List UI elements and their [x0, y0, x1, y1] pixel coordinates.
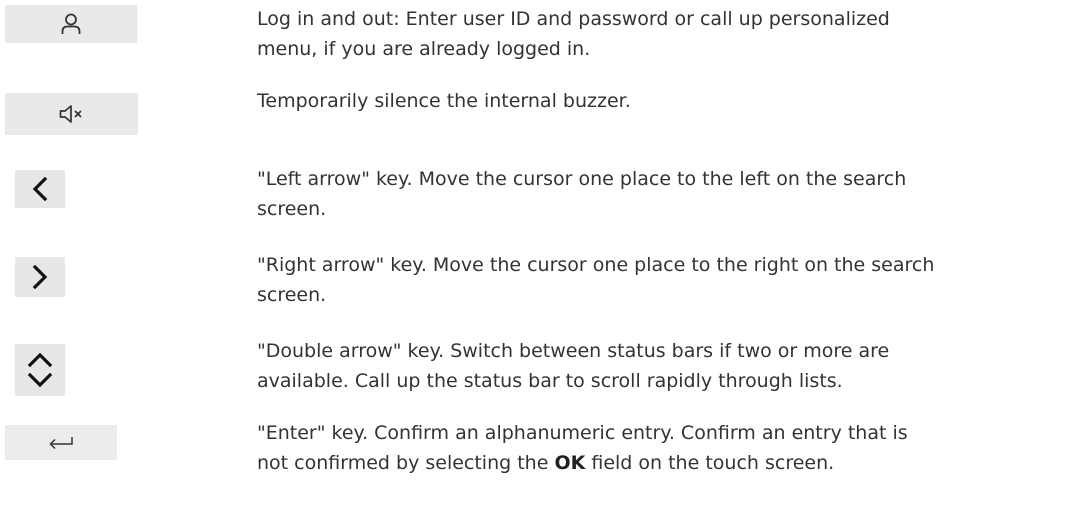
description-line: screen. — [257, 198, 327, 220]
user-icon — [61, 13, 81, 34]
description-line: "Double arrow" key. Switch between statu… — [257, 340, 890, 362]
login-key-description: Log in and out: Enter user ID and passwo… — [257, 4, 1085, 64]
description-line: Temporarily silence the internal buzzer. — [257, 90, 631, 112]
description-text: not confirmed by selecting the — [257, 452, 555, 474]
double-arrow-icon — [27, 352, 53, 388]
silence-buzzer-key-description: Temporarily silence the internal buzzer. — [257, 86, 1085, 116]
right-arrow-icon — [32, 265, 48, 289]
description-line: available. Call up the status bar to scr… — [257, 370, 843, 392]
enter-key-description: "Enter" key. Confirm an alphanumeric ent… — [257, 418, 1085, 478]
description-line: not confirmed by selecting the OK field … — [257, 448, 1085, 478]
right-arrow-key-description: "Right arrow" key. Move the cursor one p… — [257, 250, 1085, 310]
right-arrow-key-button — [15, 257, 65, 297]
silence-buzzer-key-button — [5, 93, 138, 135]
description-line: "Enter" key. Confirm an alphanumeric ent… — [257, 422, 908, 444]
double-arrow-key-description: "Double arrow" key. Switch between statu… — [257, 336, 1085, 396]
enter-icon — [49, 436, 73, 449]
left-arrow-icon — [32, 177, 48, 201]
enter-key-button — [5, 425, 117, 460]
description-text: field on the touch screen. — [585, 452, 835, 474]
description-line: "Right arrow" key. Move the cursor one p… — [257, 254, 935, 276]
description-line: "Left arrow" key. Move the cursor one pl… — [257, 168, 907, 190]
double-arrow-key-button — [15, 344, 65, 396]
left-arrow-key-button — [15, 170, 65, 208]
description-line: Log in and out: Enter user ID and passwo… — [257, 8, 890, 30]
description-line: screen. — [257, 284, 327, 306]
mute-speaker-icon — [59, 105, 82, 123]
ok-field-label: OK — [554, 452, 586, 474]
login-key-button — [5, 5, 137, 43]
description-line: menu, if you are already logged in. — [257, 38, 591, 60]
left-arrow-key-description: "Left arrow" key. Move the cursor one pl… — [257, 164, 1085, 224]
